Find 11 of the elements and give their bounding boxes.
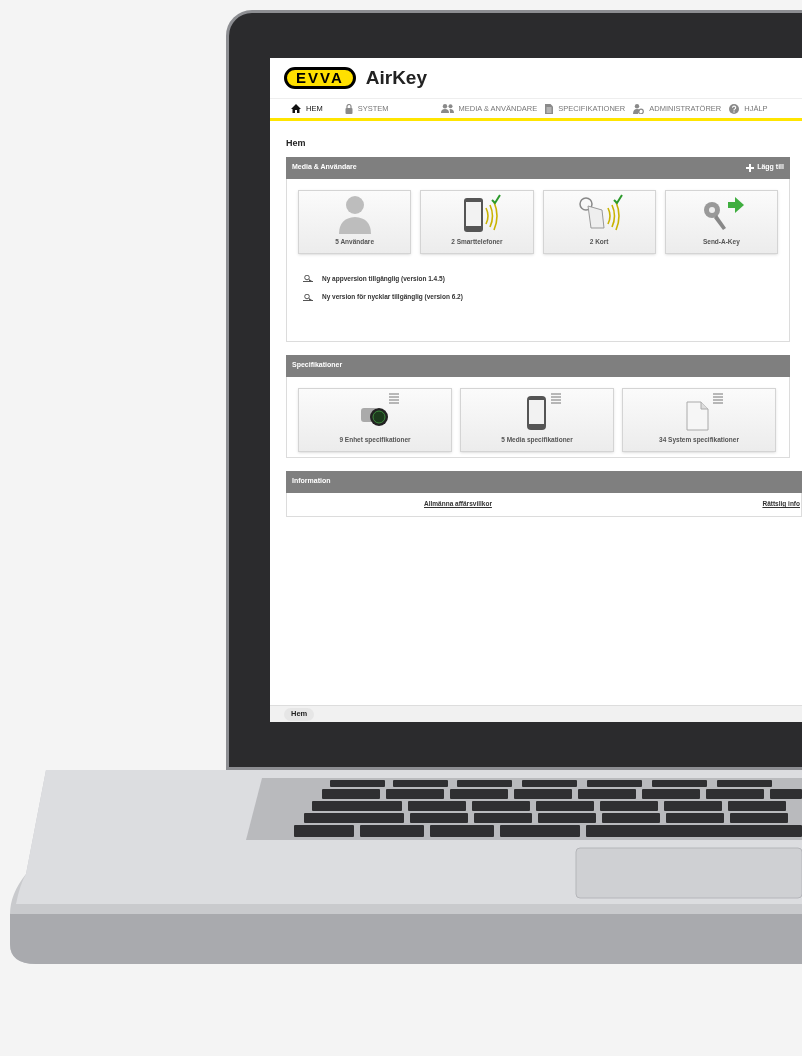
product-name: AirKey bbox=[365, 65, 427, 90]
lock-icon bbox=[344, 103, 353, 114]
person-gear-icon bbox=[633, 103, 645, 114]
people-icon bbox=[440, 104, 454, 113]
page-title: Hem bbox=[286, 137, 307, 150]
help-icon bbox=[729, 103, 740, 114]
person-silhouette-icon bbox=[336, 193, 373, 234]
home-icon bbox=[291, 104, 301, 113]
brand-logo: EVVA bbox=[284, 67, 356, 89]
document-icon bbox=[545, 103, 554, 114]
plus-icon bbox=[746, 163, 755, 172]
